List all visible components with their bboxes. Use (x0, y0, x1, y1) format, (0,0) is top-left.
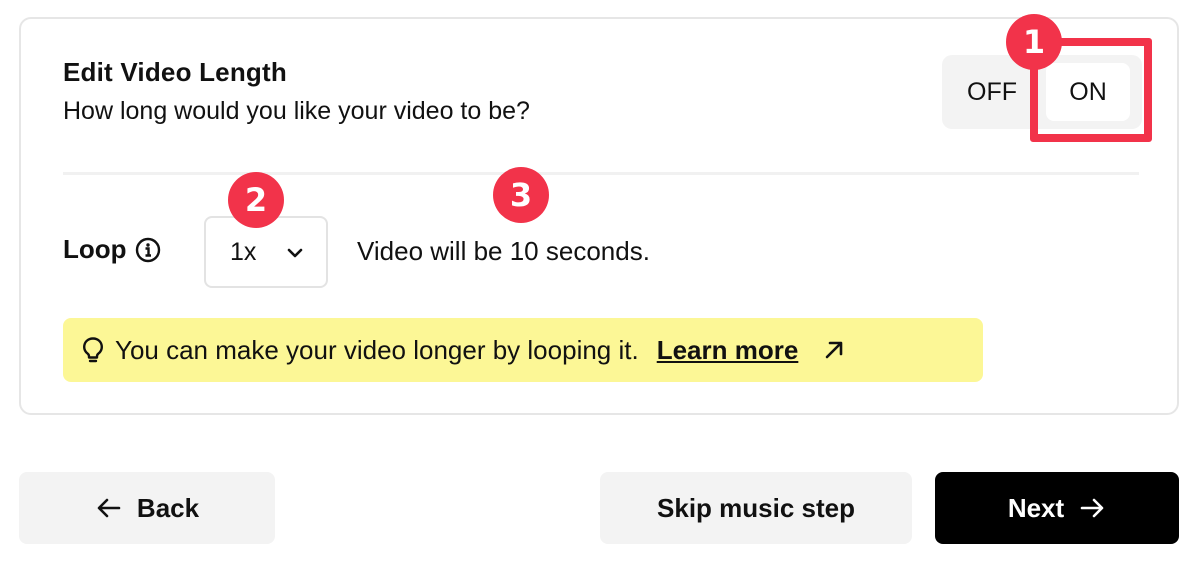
loop-label: Loop (63, 234, 127, 264)
loop-count-select[interactable]: 1x (204, 216, 328, 288)
card-subtitle: How long would you like your video to be… (63, 97, 530, 125)
arrow-right-icon (1080, 498, 1104, 518)
skip-button-label: Skip music step (657, 492, 855, 523)
lightbulb-icon (83, 337, 103, 363)
annotation-badge-2: 2 (228, 172, 284, 228)
divider (63, 172, 1139, 175)
external-arrow-icon[interactable] (822, 338, 846, 362)
tip-text: You can make your video longer by loopin… (115, 334, 639, 365)
card-title: Edit Video Length (63, 57, 287, 87)
annotation-badge-1: 1 (1006, 14, 1062, 70)
arrow-left-icon (97, 498, 121, 518)
next-button-label: Next (1007, 492, 1065, 523)
chevron-down-icon (287, 248, 303, 258)
back-button-label: Back (136, 492, 200, 523)
annotation-badge-3: 3 (493, 167, 549, 223)
duration-text: Video will be 10 seconds. (357, 236, 650, 266)
loop-count-value: 1x (230, 237, 257, 266)
info-icon[interactable] (135, 237, 161, 263)
edit-video-length-card: Edit Video Length How long would you lik… (19, 17, 1179, 415)
back-button[interactable]: Back (19, 472, 275, 544)
skip-music-step-button[interactable]: Skip music step (600, 472, 912, 544)
next-button[interactable]: Next (935, 472, 1179, 544)
tip-banner: You can make your video longer by loopin… (63, 318, 983, 382)
loop-label-group: Loop (63, 234, 161, 265)
learn-more-link[interactable]: Learn more (657, 335, 799, 366)
